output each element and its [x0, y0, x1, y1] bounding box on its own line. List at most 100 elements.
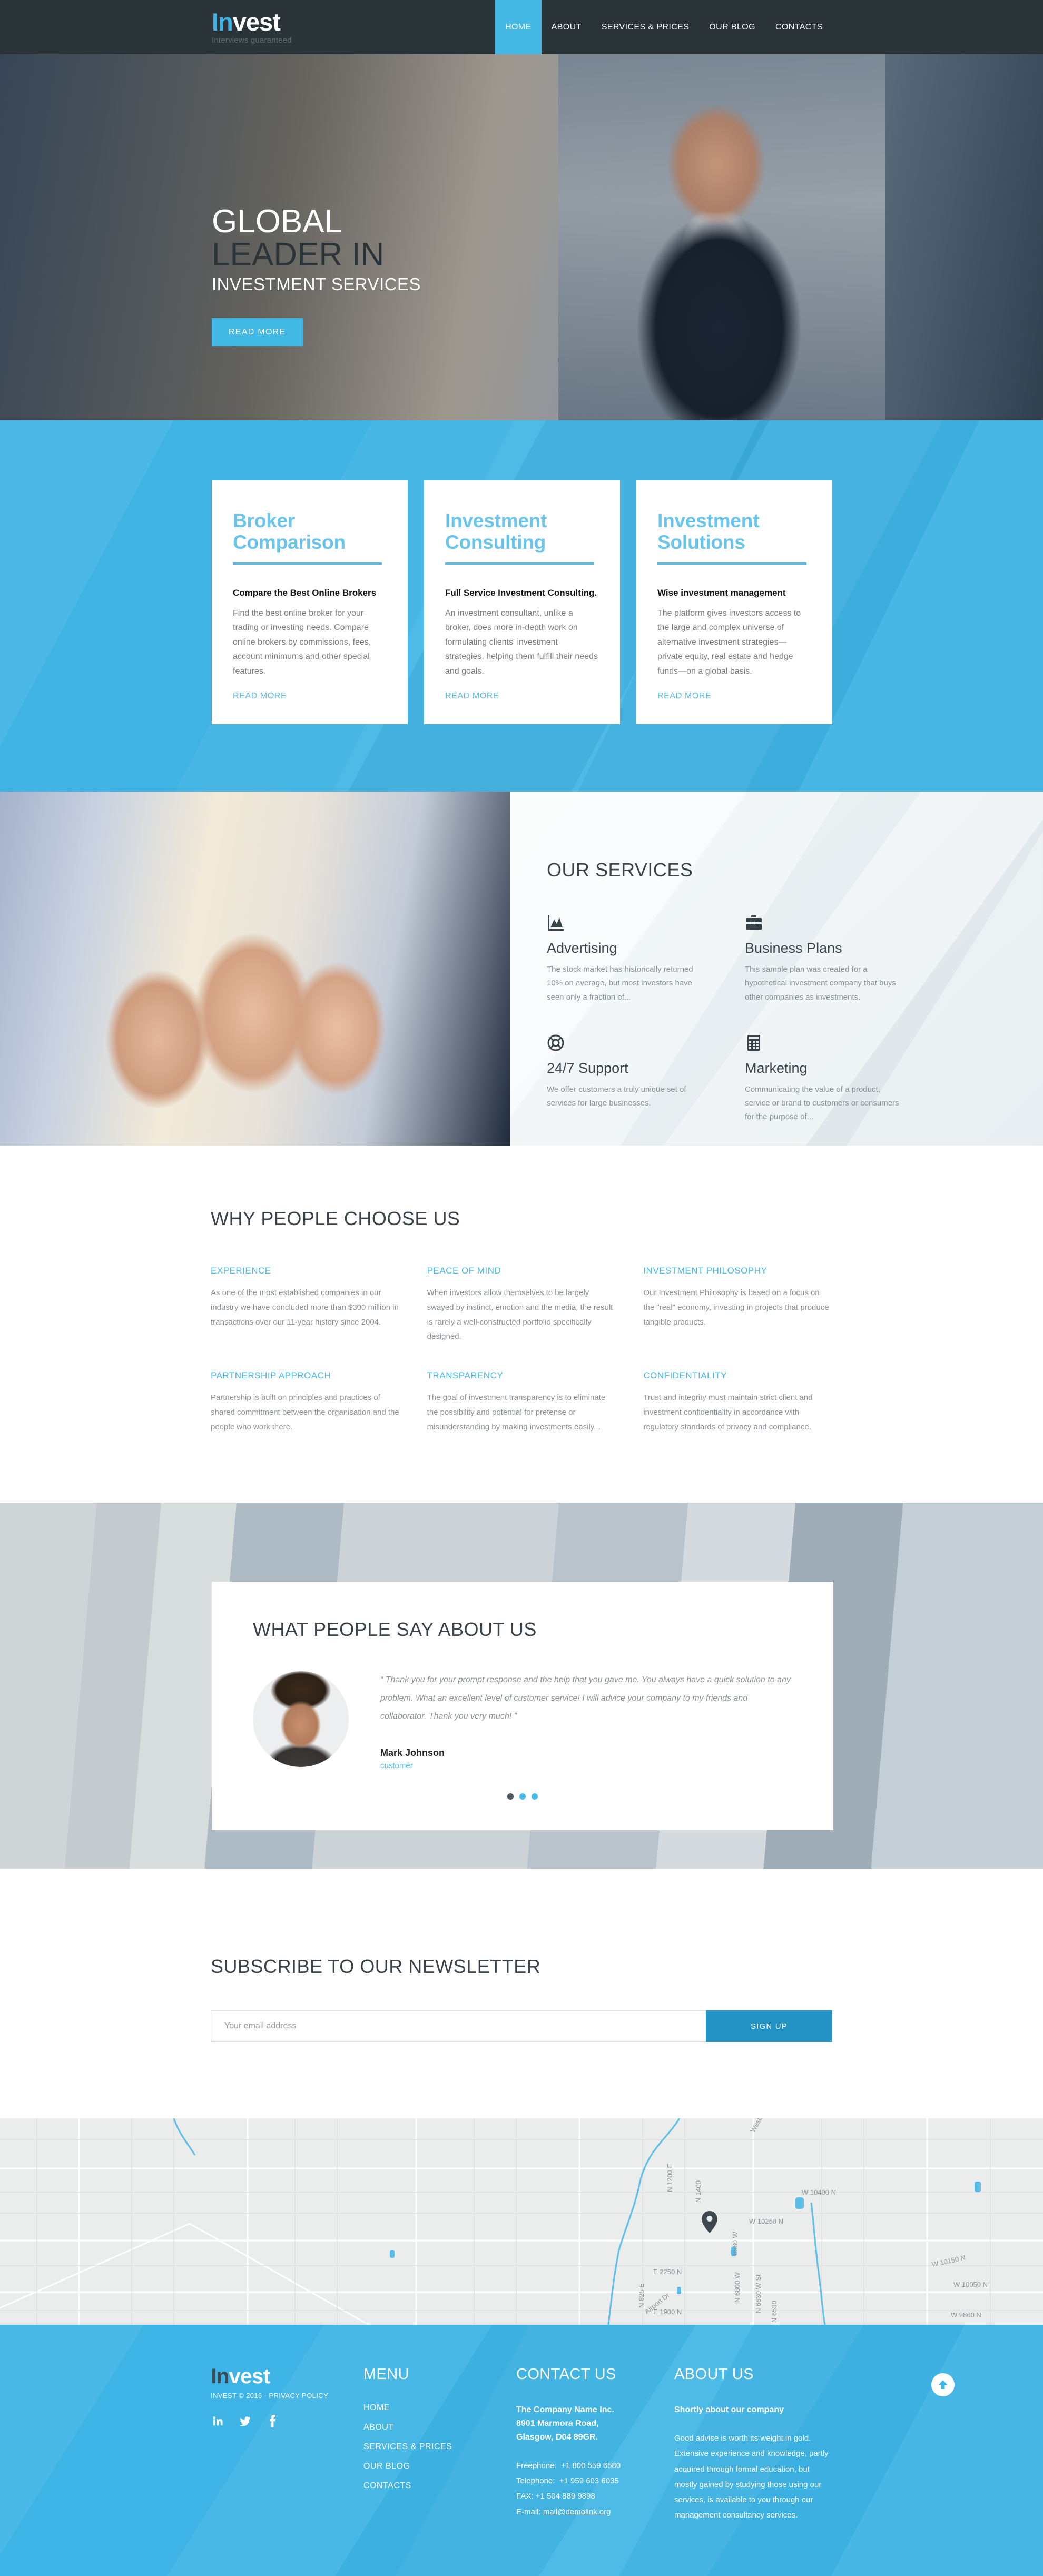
avatar — [253, 1671, 349, 1768]
hero-line-1: GLOBAL — [212, 203, 343, 240]
service-item: Marketing Communicating the value of a p… — [745, 1034, 903, 1124]
logo[interactable]: Invest Interviews guaranteed — [212, 9, 292, 45]
feature-card: Investment Solutions Wise investment man… — [636, 480, 832, 725]
service-text: The stock market has historically return… — [547, 965, 693, 1002]
linkedin-icon[interactable] — [211, 2414, 224, 2428]
why-choose-us-grid: EXPERIENCE As one of the most establishe… — [211, 1266, 832, 1434]
footer-about-title: ABOUT US — [674, 2366, 754, 2383]
footer-logo[interactable]: Invest — [211, 2366, 363, 2387]
feature-card-body: An investment consultant, unlike a broke… — [445, 608, 598, 676]
footer-fax-value: +1 504 889 9898 — [535, 2492, 595, 2501]
feature-card: Investment Consulting Full Service Inves… — [424, 480, 620, 725]
why-item: CONFIDENTIALITY Trust and integrity must… — [643, 1370, 832, 1434]
newsletter-signup-button[interactable]: SIGN UP — [706, 2010, 832, 2042]
footer-about-subtitle: Shortly about our company — [674, 2405, 784, 2415]
nav-item-about[interactable]: ABOUT — [542, 0, 592, 54]
testimonial-dot-2[interactable] — [519, 1793, 526, 1800]
footer-address-line-2: Glasgow, D04 89GR. — [516, 2433, 598, 2442]
feature-card-body: The platform gives investors access to t… — [657, 608, 801, 676]
our-services-title: OUR SERVICES — [547, 859, 693, 881]
footer-link-contacts[interactable]: CONTACTS — [363, 2481, 516, 2491]
footer-company-name: The Company Name Inc. — [516, 2405, 614, 2415]
footer-link-our-blog[interactable]: OUR BLOG — [363, 2462, 516, 2471]
map-label: N 1400 — [694, 2180, 702, 2203]
feature-card-read-more-link[interactable]: READ MORE — [233, 692, 287, 701]
testimonials-section: WHAT PEOPLE SAY ABOUT US “ Thank you for… — [0, 1503, 1043, 1869]
hero-content: GLOBAL LEADER IN INVESTMENT SERVICES REA… — [212, 203, 633, 347]
main-nav: HOME ABOUT SERVICES & PRICES OUR BLOG CO… — [495, 0, 833, 54]
service-text: This sample plan was created for a hypot… — [745, 965, 896, 1002]
why-item: PEACE OF MIND When investors allow thems… — [427, 1266, 616, 1344]
testimonial-dot-1[interactable] — [507, 1793, 514, 1800]
feature-card-subtitle: Wise investment management — [657, 587, 786, 598]
footer-telephone-label: Telephone: — [516, 2476, 555, 2486]
nav-item-our-blog[interactable]: OUR BLOG — [699, 0, 765, 54]
nav-item-contacts[interactable]: CONTACTS — [765, 0, 833, 54]
hero-read-more-button[interactable]: READ MORE — [212, 318, 303, 347]
service-name: 24/7 Support — [547, 1060, 628, 1076]
footer-logo-accent: In — [211, 2365, 229, 2389]
newsletter-email-input[interactable] — [211, 2010, 706, 2042]
arrow-up-circle-icon[interactable] — [931, 2373, 955, 2397]
testimonial-quote: “ Thank you for your prompt response and… — [380, 1675, 791, 1721]
newsletter-title: SUBSCRIBE TO OUR NEWSLETTER — [211, 1956, 541, 1978]
twitter-icon[interactable] — [238, 2414, 252, 2428]
testimonial-dot-3[interactable] — [532, 1793, 538, 1800]
service-name: Advertising — [547, 940, 617, 956]
facebook-icon[interactable] — [265, 2414, 279, 2428]
nav-item-home[interactable]: HOME — [495, 0, 542, 54]
feature-cards-section: Broker Comparison Compare the Best Onlin… — [0, 420, 1043, 792]
why-item-heading: EXPERIENCE — [211, 1266, 271, 1276]
map-label: W 10250 N — [749, 2217, 783, 2225]
why-item-heading: TRANSPARENCY — [427, 1370, 504, 1380]
logo-tagline: Interviews guaranteed — [212, 36, 292, 45]
location-map[interactable]: W 10400 N W 10250 N W 10150 N W 10050 N … — [0, 2118, 1043, 2325]
testimonial-card: WHAT PEOPLE SAY ABOUT US “ Thank you for… — [212, 1582, 833, 1831]
map-label: W 10400 N — [802, 2188, 836, 2196]
footer-link-home[interactable]: HOME — [363, 2403, 516, 2413]
footer-contact-address: The Company Name Inc. 8901 Marmora Road,… — [516, 2403, 674, 2444]
service-item: 24/7 Support We offer customers a truly … — [547, 1034, 705, 1124]
why-item-heading: PARTNERSHIP APPROACH — [211, 1370, 331, 1380]
why-item-text: As one of the most established companies… — [211, 1288, 399, 1327]
feature-card: Broker Comparison Compare the Best Onlin… — [212, 480, 408, 725]
footer-about-text: Good advice is worth its weight in gold.… — [674, 2434, 829, 2520]
footer-telephone-row: Telephone: +1 959 603 6035 — [516, 2473, 674, 2489]
nav-item-services-prices[interactable]: SERVICES & PRICES — [592, 0, 700, 54]
footer-link-services-prices[interactable]: SERVICES & PRICES — [363, 2442, 516, 2452]
why-item-text: Partnership is built on principles and p… — [211, 1393, 399, 1432]
footer-brand-column: Invest INVEST © 2016 · PRIVACY POLICY — [211, 2366, 363, 2523]
footer-link-about[interactable]: ABOUT — [363, 2423, 516, 2432]
footer-freephone-row: Freephone: +1 800 559 6580 — [516, 2458, 674, 2473]
hero-line-2: LEADER IN — [212, 236, 385, 273]
map-pin-icon — [702, 2211, 717, 2234]
map-label: N 1200 E — [666, 2164, 674, 2193]
why-item: TRANSPARENCY The goal of investment tran… — [427, 1370, 616, 1434]
footer-menu-title: MENU — [363, 2366, 409, 2383]
feature-card-subtitle: Compare the Best Online Brokers — [233, 587, 377, 598]
services-content-panel: OUR SERVICES Advertising The stock marke… — [510, 792, 1043, 1146]
logo-rest: vest — [232, 8, 281, 36]
footer-email-link[interactable]: mail@demolink.org — [543, 2508, 611, 2516]
calculator-icon — [745, 1034, 903, 1055]
why-item-text: The goal of investment transparency is t… — [427, 1393, 606, 1432]
testimonials-title: WHAT PEOPLE SAY ABOUT US — [253, 1618, 537, 1641]
service-item: Business Plans This sample plan was crea… — [745, 914, 903, 1004]
map-label: N 6800 W — [733, 2272, 741, 2303]
why-item-heading: PEACE OF MIND — [427, 1266, 501, 1276]
footer-email-row: E-mail: mail@demolink.org — [516, 2504, 674, 2520]
footer-contact-column: CONTACT US The Company Name Inc. 8901 Ma… — [516, 2366, 674, 2523]
divider — [233, 562, 382, 565]
footer-copyright: INVEST © 2016 · PRIVACY POLICY — [211, 2392, 329, 2400]
footer-socials — [211, 2414, 363, 2428]
why-item-text: When investors allow themselves to be la… — [427, 1288, 613, 1341]
footer-telephone-value: +1 959 603 6035 — [559, 2476, 619, 2486]
map-label: W 10050 N — [953, 2281, 988, 2288]
footer-freephone-label: Freephone: — [516, 2461, 557, 2470]
divider — [445, 562, 594, 565]
why-item-heading: CONFIDENTIALITY — [643, 1370, 727, 1380]
feature-card-read-more-link[interactable]: READ MORE — [445, 692, 499, 701]
area-chart-icon — [547, 914, 705, 935]
service-name: Marketing — [745, 1060, 808, 1076]
feature-card-read-more-link[interactable]: READ MORE — [657, 692, 711, 701]
